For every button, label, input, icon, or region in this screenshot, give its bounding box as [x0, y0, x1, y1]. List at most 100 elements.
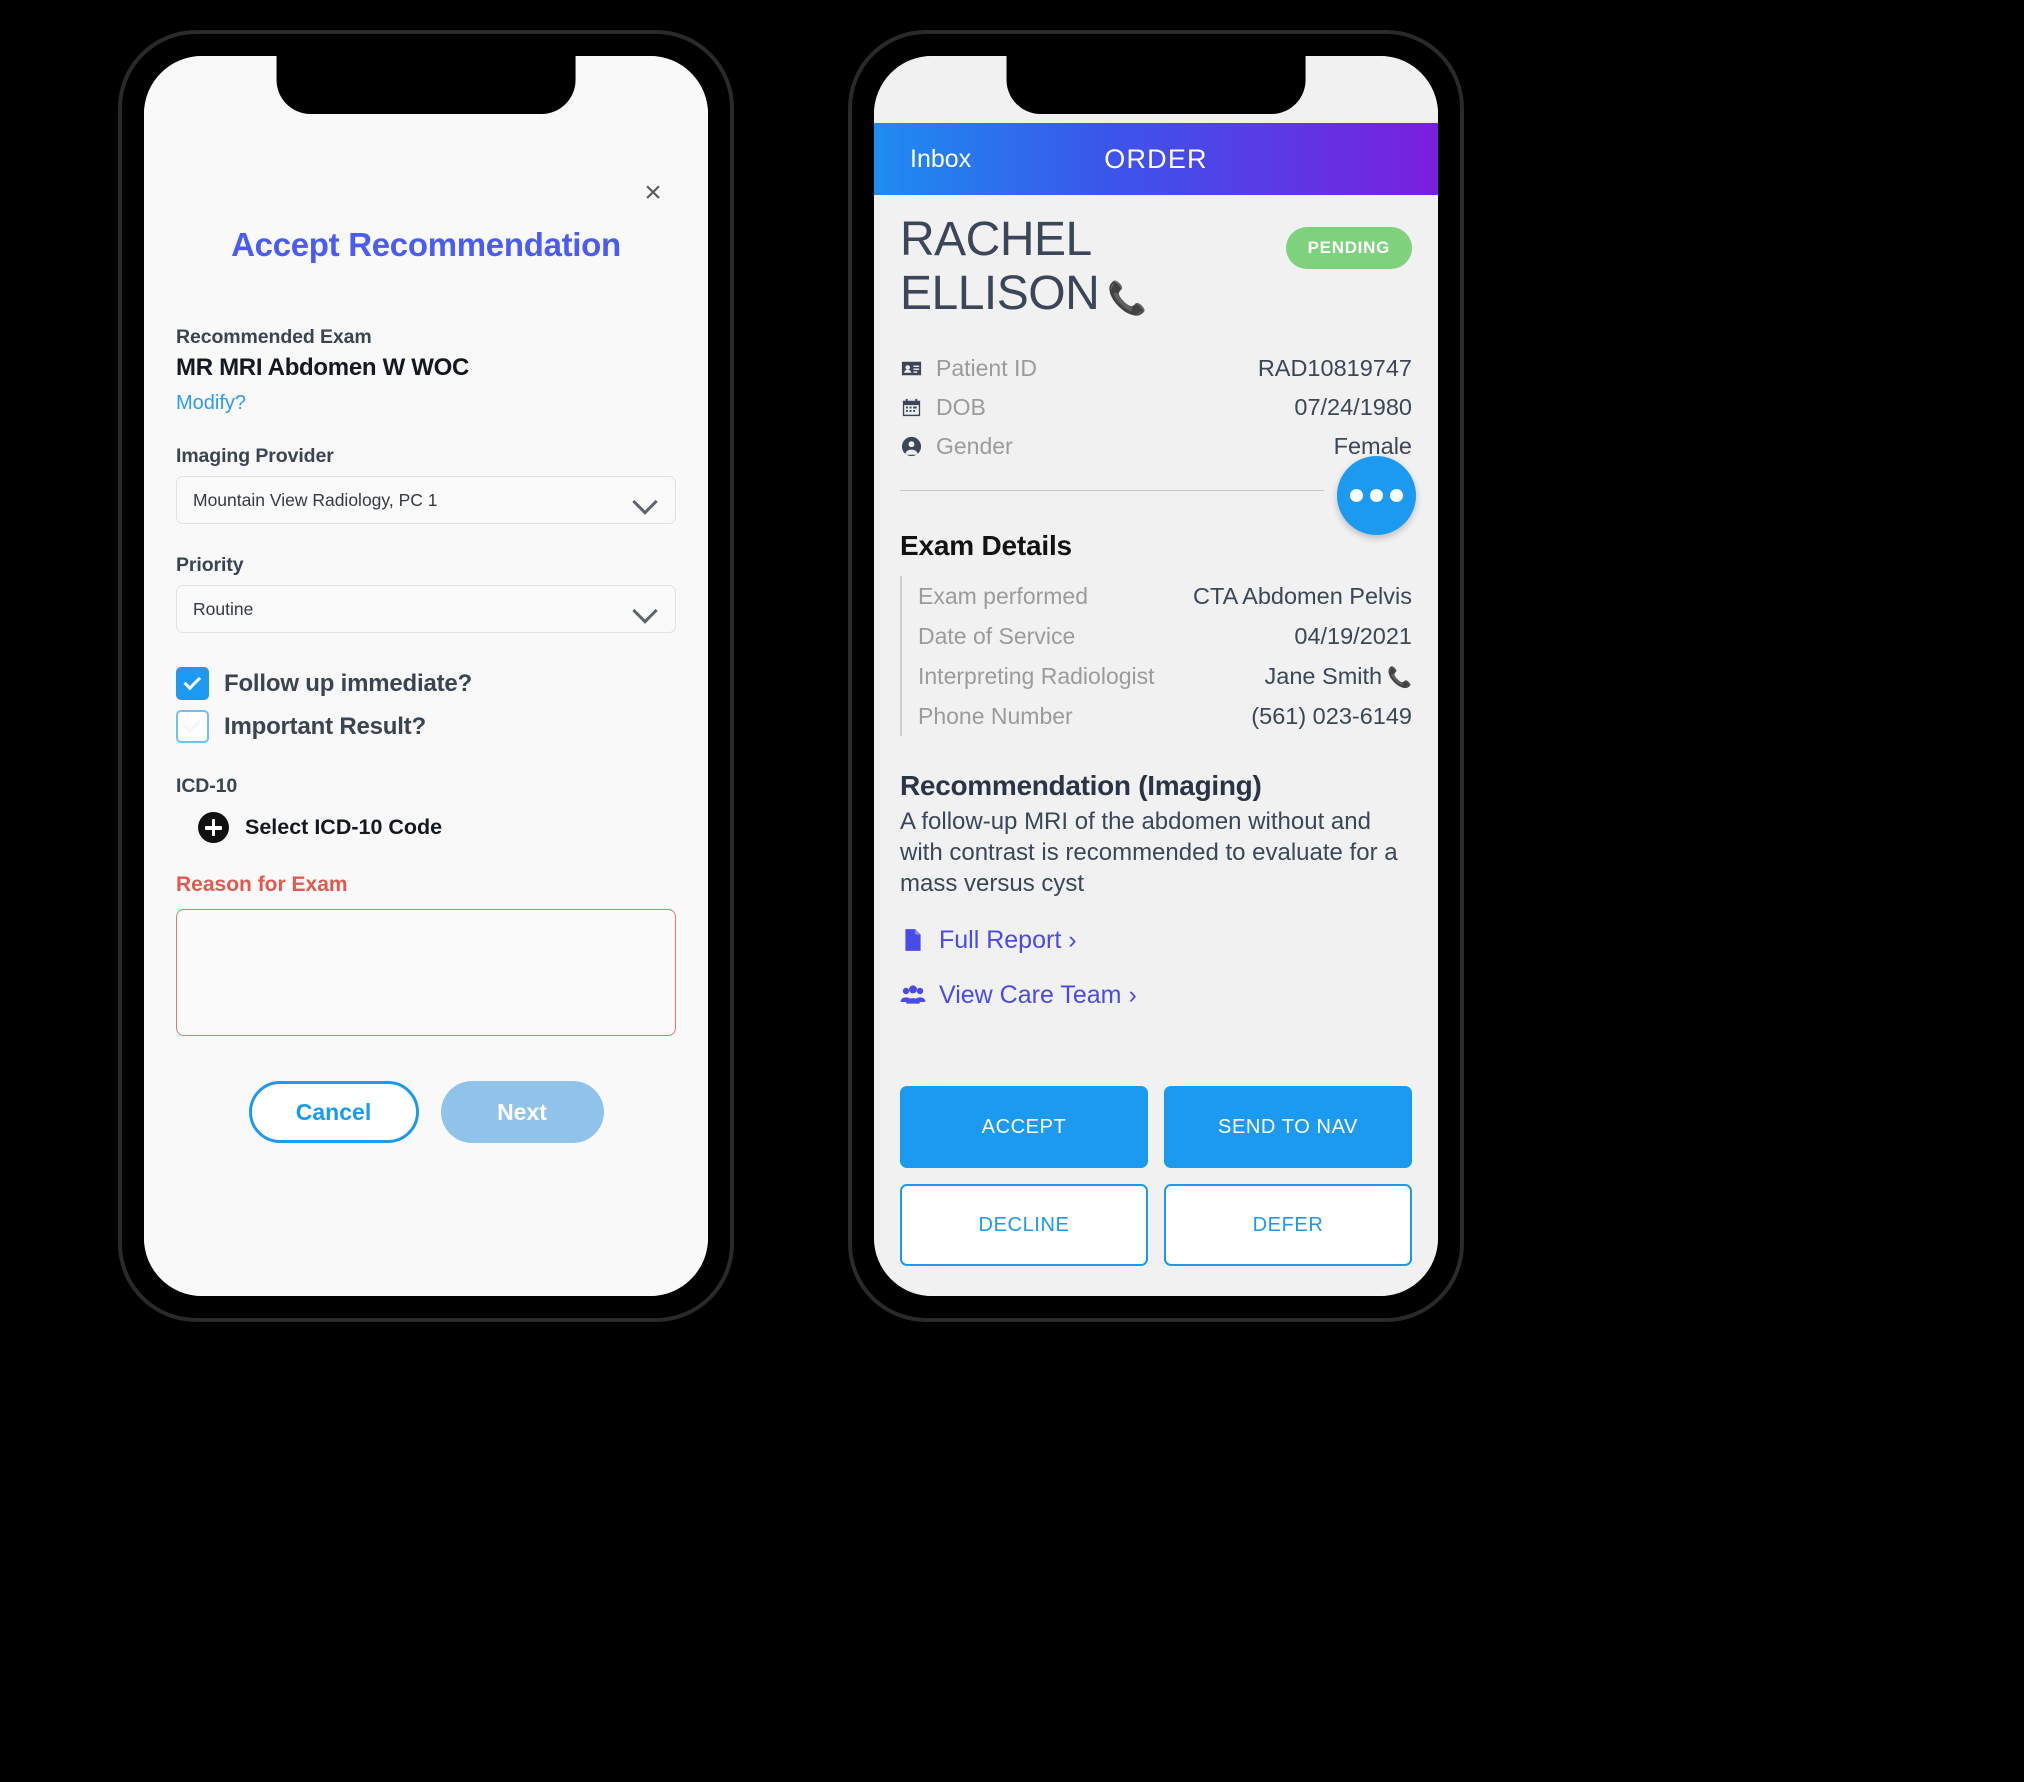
checkbox-important-result-label: Important Result?: [224, 712, 426, 740]
imaging-provider-group: Imaging Provider Mountain View Radiology…: [176, 445, 676, 524]
modal-button-row: Cancel Next: [176, 1081, 676, 1143]
phone-left-device: × Accept Recommendation Recommended Exam…: [118, 30, 734, 1322]
divider: [900, 489, 1324, 492]
plus-circle-icon: [198, 812, 229, 843]
recommended-exam-group: Recommended Exam MR MRI Abdomen W WOC Mo…: [176, 326, 676, 415]
exam-detail-row: Date of Service 04/19/2021: [918, 616, 1412, 656]
exam-detail-value: 04/19/2021: [1294, 622, 1412, 649]
reason-for-exam-group: Reason for Exam: [176, 873, 676, 1041]
patient-name: RACHEL ELLISON 📞: [900, 213, 1147, 321]
recommended-exam-value: MR MRI Abdomen W WOC: [176, 354, 470, 381]
exam-details-title: Exam Details: [900, 530, 1072, 562]
phone-notch: [1006, 56, 1306, 114]
exam-detail-value: CTA Abdomen Pelvis: [1192, 582, 1412, 609]
exam-detail-key: Interpreting Radiologist: [918, 662, 1155, 689]
imaging-provider-label: Imaging Provider: [176, 445, 334, 467]
full-report-label: Full Report ›: [939, 925, 1077, 954]
exam-detail-row: Exam performed CTA Abdomen Pelvis: [918, 576, 1412, 616]
exam-detail-key: Phone Number: [918, 702, 1073, 729]
recommended-exam-label: Recommended Exam: [176, 326, 372, 348]
phone-notch: [276, 56, 576, 114]
select-icd10-button[interactable]: Select ICD-10 Code: [176, 812, 676, 843]
priority-label: Priority: [176, 554, 244, 576]
screenshot-stage: × Accept Recommendation Recommended Exam…: [0, 0, 2024, 1782]
modal-form: Recommended Exam MR MRI Abdomen W WOC Mo…: [166, 326, 686, 1143]
imaging-provider-select[interactable]: Mountain View Radiology, PC 1: [176, 476, 676, 524]
modal-title: Accept Recommendation: [231, 226, 621, 263]
recommendation-text: A follow-up MRI of the abdomen without a…: [900, 808, 1398, 897]
defer-button[interactable]: DEFER: [1164, 1184, 1412, 1266]
action-grid: ACCEPT SEND TO NAV DECLINE DEFER: [900, 1086, 1412, 1266]
phone-icon[interactable]: 📞: [1107, 280, 1147, 316]
reason-for-exam-label: Reason for Exam: [176, 873, 348, 896]
exam-details-list: Exam performed CTA Abdomen Pelvis Date o…: [900, 576, 1412, 737]
id-card-icon: [901, 362, 922, 376]
patient-first-name: RACHEL: [900, 213, 1092, 266]
document-icon: [905, 929, 921, 951]
divider-row: [900, 456, 1416, 536]
chevron-down-icon: [633, 493, 659, 508]
select-icd10-label: Select ICD-10 Code: [245, 815, 443, 839]
exam-detail-key: Exam performed: [918, 582, 1089, 609]
care-team-icon: [900, 985, 926, 1004]
patient-field-key: Gender: [936, 433, 1013, 460]
patient-field-key: DOB: [936, 394, 986, 421]
exam-detail-value: (561) 023-6149: [1251, 702, 1412, 729]
phone-left-screen: × Accept Recommendation Recommended Exam…: [144, 56, 708, 1296]
exam-detail-row: Phone Number (561) 023-6149: [918, 696, 1412, 736]
view-care-team-link[interactable]: View Care Team ›: [900, 981, 1412, 1010]
calendar-icon: [902, 399, 921, 417]
patient-fields: Patient ID RAD10819747 DOB 07/24/1980 Ge…: [900, 349, 1412, 466]
exam-detail-key: Date of Service: [918, 622, 1076, 649]
checkbox-checked-icon: [176, 667, 209, 700]
patient-header: RACHEL ELLISON 📞 PENDING: [900, 195, 1412, 321]
modify-exam-link[interactable]: Modify?: [176, 392, 676, 415]
exam-detail-row: Interpreting Radiologist Jane Smith 📞: [918, 656, 1412, 696]
patient-field-row: DOB 07/24/1980: [900, 388, 1412, 427]
cancel-button[interactable]: Cancel: [248, 1081, 419, 1143]
patient-last-name-row: ELLISON 📞: [900, 267, 1147, 321]
phone-right-screen: Inbox ORDER RACHEL ELLISON 📞 PENDING Pat…: [874, 56, 1438, 1296]
more-options-button[interactable]: [1337, 456, 1416, 536]
exam-detail-value-radiologist: Jane Smith 📞: [1265, 663, 1412, 690]
priority-group: Priority Routine: [176, 554, 676, 633]
patient-field-value: RAD10819747: [1257, 355, 1412, 382]
order-actions: ACCEPT SEND TO NAV DECLINE DEFER: [874, 1086, 1438, 1296]
checkbox-follow-up-label: Follow up immediate?: [224, 669, 473, 697]
priority-value: Routine: [193, 598, 254, 619]
nav-title: ORDER: [1104, 143, 1208, 174]
reason-for-exam-input[interactable]: [176, 909, 676, 1036]
patient-field-value: 07/24/1980: [1294, 394, 1412, 421]
view-care-team-label: View Care Team ›: [939, 980, 1137, 1009]
status-badge: PENDING: [1285, 227, 1412, 269]
checkbox-group: Follow up immediate? Important Result?: [176, 667, 676, 743]
icd10-group: ICD-10 Select ICD-10 Code: [176, 775, 676, 843]
accept-recommendation-modal: × Accept Recommendation Recommended Exam…: [144, 56, 708, 1296]
chevron-down-icon: [633, 602, 659, 617]
patient-last-name: ELLISON: [900, 267, 1100, 321]
accept-button[interactable]: ACCEPT: [900, 1086, 1148, 1168]
next-button[interactable]: Next: [440, 1081, 604, 1143]
phone-right-device: Inbox ORDER RACHEL ELLISON 📞 PENDING Pat…: [848, 30, 1464, 1322]
order-detail-screen: Inbox ORDER RACHEL ELLISON 📞 PENDING Pat…: [874, 56, 1438, 1296]
full-report-link[interactable]: Full Report ›: [900, 926, 1412, 955]
nav-back-inbox[interactable]: Inbox: [910, 145, 971, 174]
radiologist-name: Jane Smith: [1264, 662, 1383, 689]
close-icon[interactable]: ×: [636, 176, 670, 210]
send-to-nav-button[interactable]: SEND TO NAV: [1164, 1086, 1412, 1168]
priority-select[interactable]: Routine: [176, 585, 676, 633]
patient-field-row: Gender Female: [900, 427, 1412, 466]
nav-bar: Inbox ORDER: [874, 123, 1438, 195]
decline-button[interactable]: DECLINE: [900, 1184, 1148, 1266]
person-icon: [901, 437, 922, 457]
order-body: RACHEL ELLISON 📞 PENDING Patient ID RAD1…: [874, 195, 1438, 1086]
patient-field-key: Patient ID: [936, 355, 1037, 382]
checkbox-unchecked-icon: [176, 710, 209, 743]
recommendation-title: Recommendation (Imaging): [900, 770, 1262, 802]
icd10-label: ICD-10: [176, 775, 238, 797]
imaging-provider-value: Mountain View Radiology, PC 1: [193, 489, 438, 510]
checkbox-important-result[interactable]: Important Result?: [176, 710, 676, 743]
patient-field-row: Patient ID RAD10819747: [900, 349, 1412, 388]
checkbox-follow-up-immediate[interactable]: Follow up immediate?: [176, 667, 676, 700]
phone-icon[interactable]: 📞: [1387, 667, 1412, 689]
